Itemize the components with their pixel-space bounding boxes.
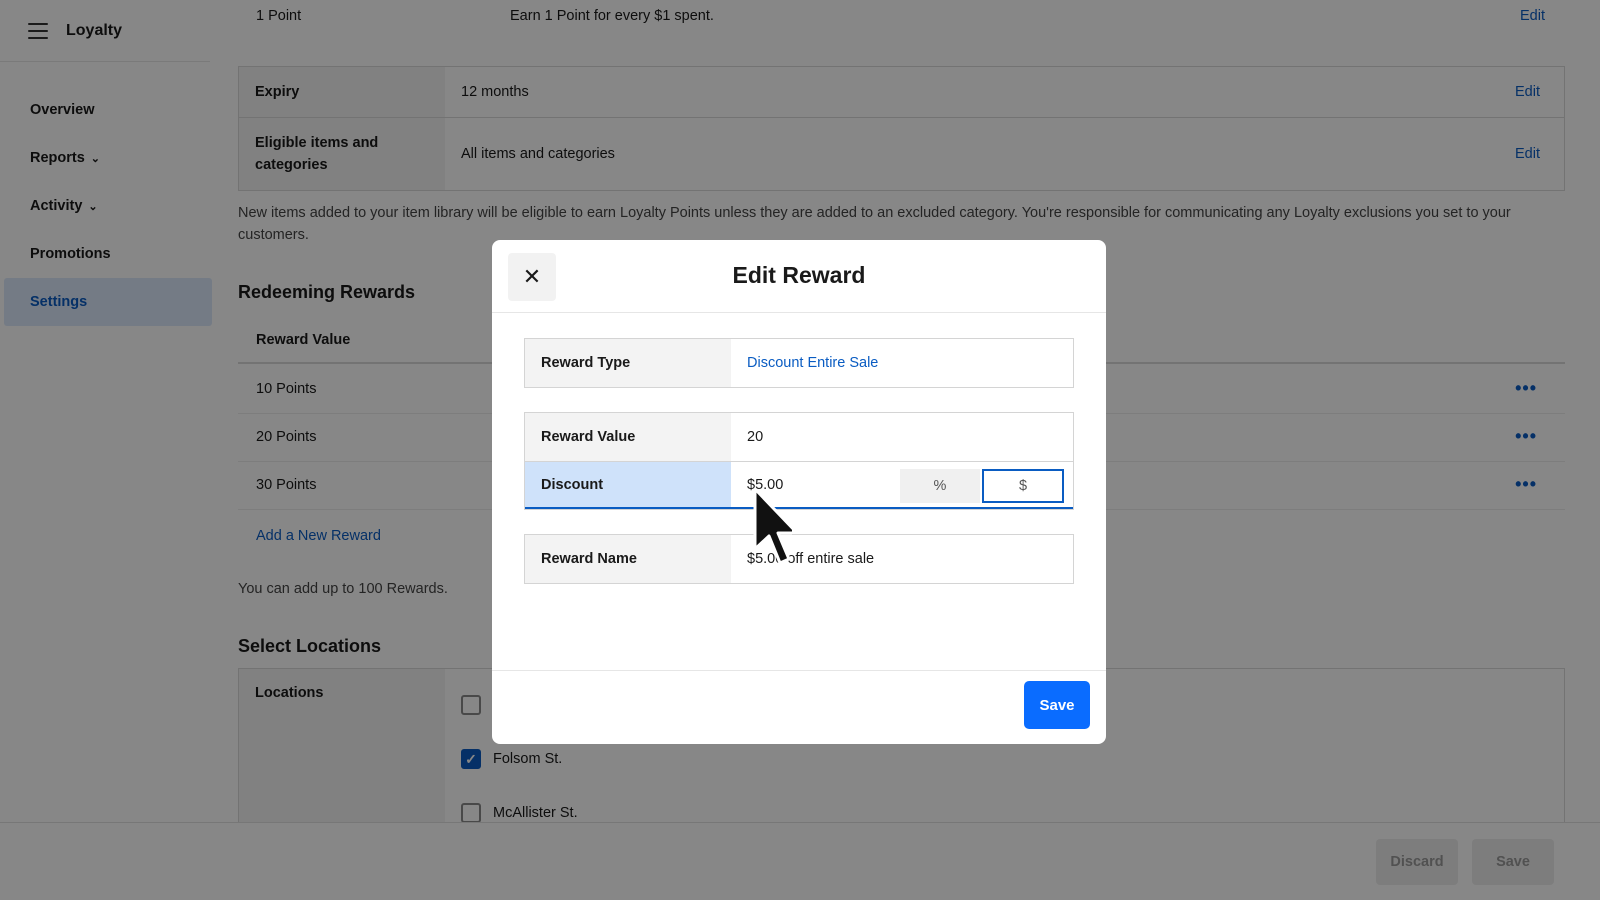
reward-value-input[interactable]: 20 <box>731 413 1073 461</box>
reward-type-row[interactable]: Reward Type Discount Entire Sale <box>525 339 1073 387</box>
percent-toggle-button[interactable]: % <box>900 469 980 503</box>
reward-value-row: Reward Value 20 <box>525 413 1073 461</box>
reward-name-label: Reward Name <box>525 535 731 583</box>
mouse-cursor-icon <box>753 487 792 565</box>
reward-type-table: Reward Type Discount Entire Sale <box>524 338 1074 388</box>
discount-row: Discount $5.00 % $ <box>525 461 1073 509</box>
reward-value-label: Reward Value <box>525 413 731 461</box>
edit-reward-modal: ✕ Edit Reward Reward Type Discount Entir… <box>492 240 1106 744</box>
reward-name-row: Reward Name $5.00 off entire sale <box>525 535 1073 583</box>
modal-header: ✕ Edit Reward <box>492 240 1106 313</box>
reward-name-table: Reward Name $5.00 off entire sale <box>524 534 1074 584</box>
modal-footer: Save <box>492 670 1106 744</box>
modal-title: Edit Reward <box>732 262 866 288</box>
modal-save-button[interactable]: Save <box>1024 681 1090 729</box>
discount-label: Discount <box>525 462 731 507</box>
dollar-toggle-button[interactable]: $ <box>982 469 1064 503</box>
reward-type-label: Reward Type <box>525 339 731 387</box>
reward-value-table: Reward Value 20 Discount $5.00 % $ <box>524 412 1074 510</box>
reward-type-value[interactable]: Discount Entire Sale <box>731 339 1073 387</box>
